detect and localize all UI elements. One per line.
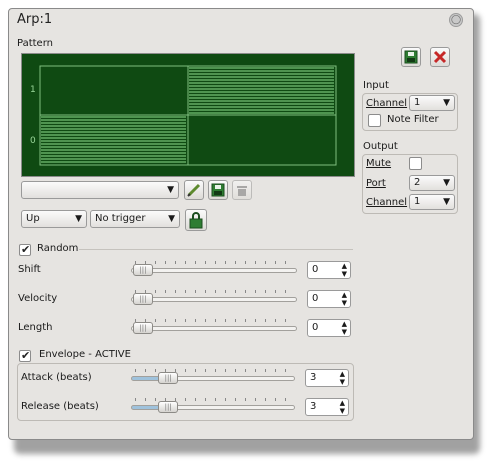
shift-value: 0	[312, 264, 319, 275]
velocity-spinbox[interactable]: 0 ▲ ▼	[307, 290, 351, 308]
shift-slider-handle[interactable]: |||	[133, 264, 153, 276]
velocity-ticks	[135, 290, 293, 293]
velocity-value: 0	[312, 293, 319, 304]
save-preset-button[interactable]	[208, 180, 228, 200]
chevron-down-icon: ▼	[168, 214, 175, 224]
velocity-label-text: Velocity	[18, 293, 58, 304]
y-axis-label-0: 0	[30, 136, 36, 146]
shift-spinbox[interactable]: 0 ▲ ▼	[307, 261, 351, 279]
attack-slider[interactable]: |||	[131, 369, 295, 384]
output-channel-label: Channel	[366, 197, 407, 208]
attack-slider-handle[interactable]: |||	[158, 372, 179, 384]
attack-spinbox[interactable]: 3 ▲ ▼	[305, 369, 349, 387]
output-mute-label: Mute	[366, 158, 391, 169]
velocity-label: Velocity	[18, 293, 57, 304]
spin-arrows-icon: ▲ ▼	[339, 370, 345, 386]
random-label: Random	[37, 243, 79, 254]
y-axis-label-1: 1	[30, 85, 36, 95]
input-channel-value: 1	[414, 97, 421, 108]
trigger-combo[interactable]: No trigger ▼	[90, 210, 180, 228]
input-section-label: Input	[363, 80, 389, 91]
input-channel-label: Channel	[366, 98, 407, 109]
output-channel-combo[interactable]: 1 ▼	[409, 194, 455, 210]
spin-arrows-icon: ▲ ▼	[341, 262, 347, 278]
pattern-display[interactable]: 1 0	[21, 53, 355, 177]
length-label-text: Length	[18, 322, 53, 333]
pattern-preset-combo[interactable]: ▼	[21, 181, 179, 199]
output-port-combo[interactable]: 2 ▼	[409, 175, 455, 191]
direction-value: Up	[26, 213, 40, 224]
length-slider-handle[interactable]: |||	[133, 322, 153, 334]
random-checkbox[interactable]	[19, 243, 31, 256]
trigger-value: No trigger	[95, 213, 146, 224]
save-icon	[211, 183, 225, 197]
pattern-section-label: Pattern	[17, 38, 53, 49]
output-port-value: 2	[414, 177, 421, 188]
attack-label: Attack (beats)	[21, 372, 92, 383]
pencil-icon	[187, 183, 201, 197]
note-filter-label: Note Filter	[387, 114, 439, 125]
release-value: 3	[310, 401, 317, 412]
arpeggiator-window: Arp:1 ◯ Pattern 1 0 ▼ Up ▼ No trigger ▼ …	[8, 8, 474, 440]
output-mute-checkbox[interactable]	[409, 157, 422, 170]
rename-preset-button[interactable]	[184, 180, 204, 200]
remove-pattern-button[interactable]	[430, 47, 450, 67]
attack-label-text: Attack (beats)	[21, 372, 92, 383]
length-label: Length	[18, 322, 53, 333]
envelope-label: Envelope - ACTIVE	[39, 349, 131, 360]
direction-combo[interactable]: Up ▼	[21, 210, 87, 228]
output-port-label: Port	[366, 178, 386, 189]
window-title: Arp:1	[17, 12, 53, 27]
chevron-down-icon: ▼	[443, 197, 450, 207]
chevron-down-icon: ▼	[75, 214, 82, 224]
lock-button[interactable]	[185, 209, 207, 231]
release-slider[interactable]: |||	[131, 398, 295, 413]
output-mute-text: Mute	[366, 158, 392, 169]
window-close-button[interactable]: ◯	[449, 13, 463, 27]
release-track	[131, 405, 295, 410]
output-channel-value: 1	[414, 196, 421, 207]
close-icon: ◯	[450, 15, 462, 25]
velocity-track	[131, 297, 297, 302]
attack-track	[131, 376, 295, 381]
output-section-label: Output	[363, 141, 398, 152]
shift-ticks	[135, 261, 293, 264]
remove-preset-button[interactable]	[232, 180, 252, 200]
release-spinbox[interactable]: 3 ▲ ▼	[305, 398, 349, 416]
chevron-down-icon: ▼	[443, 178, 450, 188]
chevron-down-icon: ▼	[443, 98, 450, 108]
release-slider-handle[interactable]: |||	[158, 401, 179, 413]
shift-label: Shift	[18, 264, 41, 275]
length-value: 0	[312, 322, 319, 333]
output-channel-text: Channel	[366, 197, 408, 208]
length-slider[interactable]: |||	[131, 319, 297, 334]
shift-label-text: Shift	[18, 264, 41, 275]
attack-value: 3	[310, 372, 317, 383]
spin-arrows-icon: ▲ ▼	[341, 320, 347, 336]
output-port-text: Port	[366, 178, 386, 189]
shift-slider[interactable]: |||	[131, 261, 297, 276]
length-ticks	[135, 319, 293, 322]
lock-icon	[189, 212, 203, 229]
spin-arrows-icon: ▲ ▼	[339, 399, 345, 415]
shift-track	[131, 268, 297, 273]
random-separator	[79, 249, 353, 250]
input-channel-combo[interactable]: 1 ▼	[409, 95, 455, 111]
velocity-slider[interactable]: |||	[131, 290, 297, 305]
length-track	[131, 326, 297, 331]
save-icon	[404, 50, 418, 64]
velocity-slider-handle[interactable]: |||	[133, 293, 153, 305]
save-pattern-button[interactable]	[401, 47, 421, 67]
chevron-down-icon: ▼	[167, 185, 174, 195]
note-filter-checkbox[interactable]	[368, 114, 381, 127]
pattern-graph: 1 0	[30, 65, 337, 166]
length-spinbox[interactable]: 0 ▲ ▼	[307, 319, 351, 337]
input-channel-text: Channel	[366, 98, 408, 109]
spin-arrows-icon: ▲ ▼	[341, 291, 347, 307]
release-label-text: Release (beats)	[21, 401, 99, 412]
envelope-checkbox[interactable]	[19, 349, 31, 362]
delete-icon	[237, 186, 247, 196]
release-label: Release (beats)	[21, 401, 99, 412]
delete-icon	[433, 50, 447, 64]
